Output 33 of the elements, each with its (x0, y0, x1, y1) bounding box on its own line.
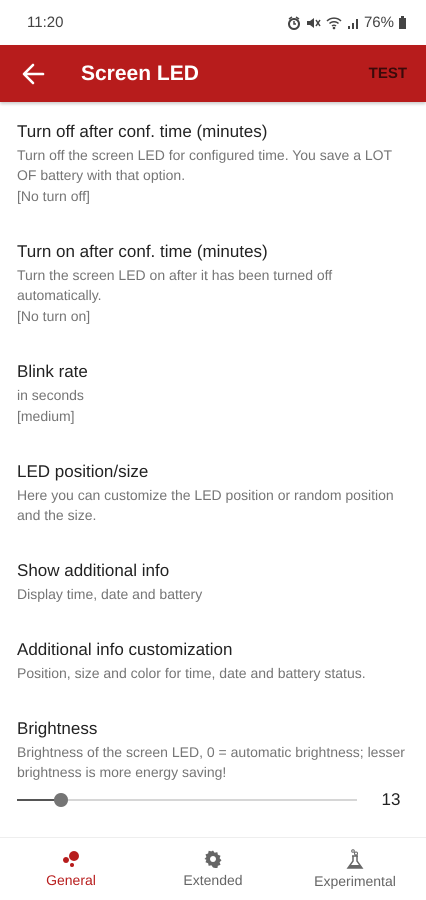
back-arrow-icon (21, 62, 45, 86)
preference-summary: Brightness of the screen LED, 0 = automatic brightness; lesser brightness is more energy saving! (17, 743, 406, 782)
slider-thumb[interactable] (54, 793, 68, 807)
mute-icon (306, 16, 321, 30)
preference-value: [No turn on] (17, 307, 92, 326)
battery-percent: 76% (364, 14, 394, 31)
preference-title: Turn on after conf. time (minutes) (17, 241, 268, 263)
nav-tab[interactable]: Experimental (284, 838, 426, 900)
preference-value: [medium] (17, 407, 76, 426)
preference-summary: Display time, date and battery (17, 585, 204, 604)
preference-title: Show additional info (17, 560, 170, 582)
preference-summary: Turn the screen LED on after it has been turned off automatically. (17, 266, 334, 305)
preference-title: LED position/size (17, 461, 148, 483)
preference-value: [No turn off] (17, 187, 91, 206)
dots-icon (62, 850, 80, 868)
preference-title: Brightness (17, 718, 98, 740)
flask-icon (346, 849, 364, 869)
wifi-icon (326, 16, 342, 30)
preference-summary: Turn off the screen LED for configured time. You save a LOT OF battery with that option. (17, 146, 393, 185)
alarm-icon (286, 16, 301, 30)
nav-tab[interactable]: General (0, 838, 142, 900)
preference-title: Blink rate (17, 361, 88, 383)
preference-title: Turn off after conf. time (minutes) (17, 121, 268, 143)
status-time: 11:20 (27, 14, 64, 31)
preference-summary: in seconds (17, 386, 85, 405)
nav-tab[interactable]: Extended (142, 838, 284, 900)
preference-summary: Position, size and color for time, date and battery status. (17, 664, 367, 683)
battery-icon (399, 16, 406, 29)
preference-summary: Here you can customize the LED position or random position and the size. (17, 486, 395, 525)
preference-title: Additional info customization (17, 639, 232, 661)
screen-title: Screen LED (81, 62, 200, 86)
gear-icon (204, 850, 222, 868)
slider-value: 13 (380, 790, 402, 810)
